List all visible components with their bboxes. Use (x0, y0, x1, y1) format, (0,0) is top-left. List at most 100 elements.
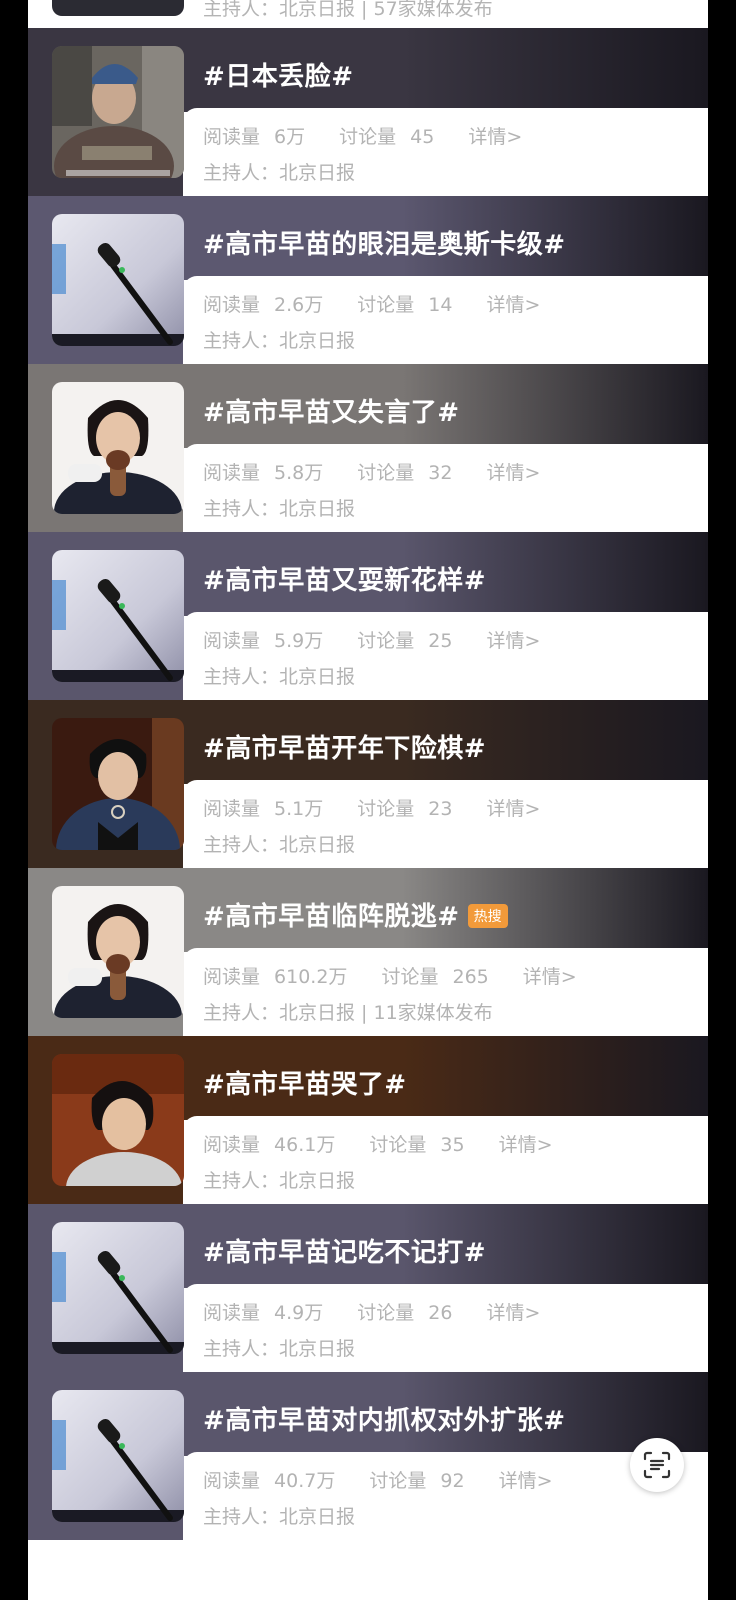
topic-title-text: #高市早苗的眼泪是奥斯卡级# (203, 230, 566, 260)
discuss-count: 讨论量 14 (357, 294, 466, 316)
discuss-count-label: 讨论量 (357, 798, 415, 820)
topic-title[interactable]: #高市早苗的眼泪是奥斯卡级# (203, 224, 566, 261)
topic-title-text: #高市早苗哭了# (203, 1070, 407, 1100)
read-count-label: 阅读量 (203, 1470, 261, 1492)
detail-link[interactable]: 详情> (523, 966, 577, 988)
discuss-count-label: 讨论量 (369, 1470, 427, 1492)
topic-card[interactable]: #高市早苗临阵脱逃# 热搜 阅读量 610.2万 讨论量 265 详情> 主持人：北京… (28, 868, 708, 1036)
detail-link[interactable]: 详情> (499, 1470, 553, 1492)
detail-link[interactable]: 详情> (487, 294, 541, 316)
topic-host: 主持人：北京日报 (203, 834, 356, 856)
discuss-count-value: 23 (428, 798, 453, 820)
discuss-count: 讨论量 45 (339, 126, 448, 148)
topic-host: 主持人：北京日报 (203, 1170, 356, 1192)
topic-stats: 阅读量 2.6万 讨论量 14 详情> (203, 290, 554, 317)
topic-card[interactable]: #高市早苗的眼泪是奥斯卡级# 阅读量 2.6万 讨论量 14 详情> 主持人：北京日… (28, 196, 708, 364)
detail-link[interactable]: 详情> (487, 630, 541, 652)
topic-thumbnail (52, 1054, 184, 1186)
read-count: 阅读量 46.1万 (203, 1134, 349, 1156)
topic-host: 主持人：北京日报 (203, 666, 356, 688)
read-count-value: 40.7万 (274, 1470, 336, 1492)
read-count-label: 阅读量 (203, 126, 261, 148)
detail-link[interactable]: 详情> (487, 462, 541, 484)
discuss-count-value: 32 (428, 462, 453, 484)
read-count: 阅读量 5.9万 (203, 630, 337, 652)
topic-thumbnail (52, 46, 184, 178)
topic-stats: 阅读量 6万 讨论量 45 详情> (203, 122, 536, 149)
topic-host: 主持人：北京日报 | 11家媒体发布 (203, 1002, 493, 1024)
topic-host: 主持人：北京日报 (203, 162, 356, 184)
discuss-count-label: 讨论量 (357, 294, 415, 316)
topic-title-text: #日本丢脸# (203, 62, 354, 92)
topic-title-text: #高市早苗记吃不记打# (203, 1238, 487, 1268)
topic-title-text: #高市早苗对内抓权对外扩张# (203, 1406, 566, 1436)
previous-topic-card-partial[interactable]: 主持人：北京日报 | 57家媒体发布 (28, 0, 708, 30)
read-count: 阅读量 4.9万 (203, 1302, 337, 1324)
topic-stats: 阅读量 46.1万 讨论量 35 详情> (203, 1130, 567, 1157)
discuss-count: 讨论量 25 (357, 630, 466, 652)
detail-link[interactable]: 详情> (468, 126, 522, 148)
read-count-value: 5.9万 (274, 630, 324, 652)
read-count-value: 6万 (274, 126, 306, 148)
topic-host: 主持人：北京日报 (203, 1338, 356, 1360)
detail-link[interactable]: 详情> (499, 1134, 553, 1156)
topic-card[interactable]: #高市早苗又失言了# 阅读量 5.8万 讨论量 32 详情> 主持人：北京日报 (28, 364, 708, 532)
read-count: 阅读量 5.1万 (203, 798, 337, 820)
discuss-count-value: 14 (428, 294, 453, 316)
topic-stats: 阅读量 610.2万 讨论量 265 详情> (203, 962, 591, 989)
topic-stats: 阅读量 5.1万 讨论量 23 详情> (203, 794, 554, 821)
topic-host: 主持人：北京日报 (203, 1506, 356, 1528)
scan-text-button[interactable] (630, 1438, 684, 1492)
topic-stats: 阅读量 5.9万 讨论量 25 详情> (203, 626, 554, 653)
discuss-count-label: 讨论量 (357, 1302, 415, 1324)
topic-title[interactable]: #高市早苗又耍新花样# (203, 560, 486, 597)
topic-thumbnail (52, 886, 184, 1018)
discuss-count: 讨论量 35 (369, 1134, 478, 1156)
topic-title[interactable]: #高市早苗又失言了# (203, 392, 460, 429)
discuss-count-label: 讨论量 (369, 1134, 427, 1156)
discuss-count-label: 讨论量 (357, 462, 415, 484)
topic-host: 主持人：北京日报 (203, 498, 356, 520)
topic-card[interactable]: #日本丢脸# 阅读量 6万 讨论量 45 详情> 主持人：北京日报 (28, 28, 708, 196)
read-count-label: 阅读量 (203, 294, 261, 316)
read-count-value: 5.8万 (274, 462, 324, 484)
detail-link[interactable]: 详情> (487, 798, 541, 820)
read-count-label: 阅读量 (203, 1302, 261, 1324)
topic-card[interactable]: #高市早苗记吃不记打# 阅读量 4.9万 讨论量 26 详情> 主持人：北京日报 (28, 1204, 708, 1372)
read-count-label: 阅读量 (203, 630, 261, 652)
read-count: 阅读量 2.6万 (203, 294, 337, 316)
topic-title[interactable]: #高市早苗开年下险棋# (203, 728, 486, 765)
topic-card[interactable]: #高市早苗对内抓权对外扩张# 阅读量 40.7万 讨论量 92 详情> 主持人：北京… (28, 1372, 708, 1540)
topic-thumbnail (52, 382, 184, 514)
discuss-count: 讨论量 26 (357, 1302, 466, 1324)
discuss-count-value: 92 (440, 1470, 465, 1492)
topic-card[interactable]: #高市早苗又耍新花样# 阅读量 5.9万 讨论量 25 详情> 主持人：北京日报 (28, 532, 708, 700)
topic-stats: 阅读量 4.9万 讨论量 26 详情> (203, 1298, 554, 1325)
topic-list-screen: 主持人：北京日报 | 57家媒体发布 #日本丢脸# 阅读量 6万 讨论量 45 详情… (28, 0, 708, 1600)
topic-thumbnail (52, 0, 184, 16)
topic-host: 主持人：北京日报 | 57家媒体发布 (203, 0, 493, 20)
scan-text-icon (643, 1451, 671, 1479)
discuss-count-value: 45 (410, 126, 435, 148)
discuss-count: 讨论量 92 (369, 1470, 478, 1492)
topic-card[interactable]: #高市早苗开年下险棋# 阅读量 5.1万 讨论量 23 详情> 主持人：北京日报 (28, 700, 708, 868)
topic-thumbnail (52, 1390, 184, 1522)
detail-link[interactable]: 详情> (487, 1302, 541, 1324)
read-count: 阅读量 40.7万 (203, 1470, 349, 1492)
discuss-count-value: 35 (440, 1134, 465, 1156)
hot-search-badge: 热搜 (467, 904, 508, 928)
topic-title[interactable]: #日本丢脸# (203, 56, 354, 93)
topic-stats: 阅读量 5.8万 讨论量 32 详情> (203, 458, 554, 485)
topic-title[interactable]: #高市早苗哭了# (203, 1064, 407, 1101)
topic-card[interactable]: #高市早苗哭了# 阅读量 46.1万 讨论量 35 详情> 主持人：北京日报 (28, 1036, 708, 1204)
topic-title[interactable]: #高市早苗临阵脱逃# 热搜 (203, 896, 508, 933)
discuss-count-value: 265 (452, 966, 489, 988)
topic-title[interactable]: #高市早苗记吃不记打# (203, 1232, 486, 1269)
read-count-label: 阅读量 (203, 462, 261, 484)
topic-title[interactable]: #高市早苗对内抓权对外扩张# (203, 1400, 566, 1437)
topic-title-text: #高市早苗又耍新花样# (203, 566, 487, 596)
discuss-count: 讨论量 23 (357, 798, 466, 820)
topic-thumbnail (52, 1222, 184, 1354)
topic-thumbnail (52, 718, 184, 850)
read-count: 阅读量 6万 (203, 126, 319, 148)
